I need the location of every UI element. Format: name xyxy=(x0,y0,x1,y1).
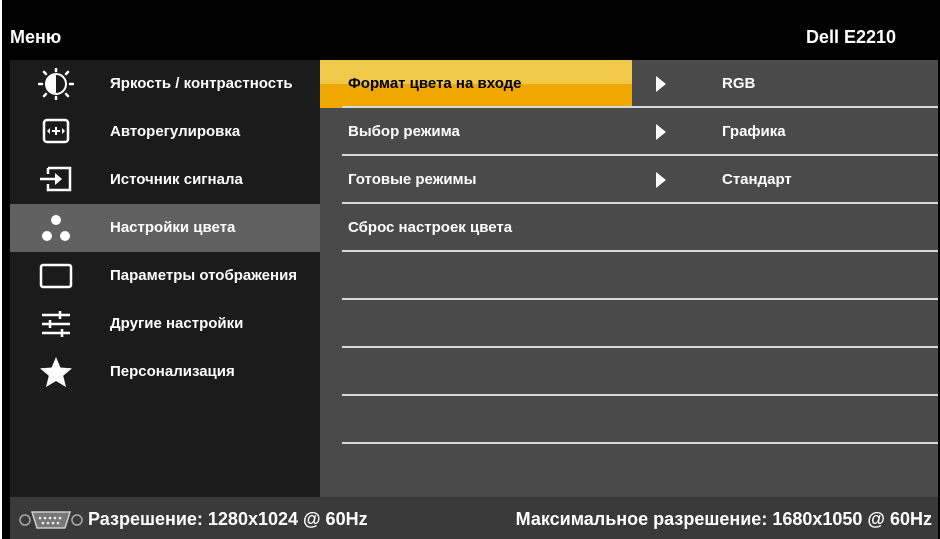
option-value: Стандарт xyxy=(722,171,792,188)
sidebar-item-color-settings[interactable]: Настройки цвета xyxy=(10,204,320,252)
sidebar-item-display-settings[interactable]: Параметры отображения xyxy=(10,252,320,300)
input-source-icon xyxy=(38,164,74,196)
color-settings-icon xyxy=(38,212,74,244)
option-value: Графика xyxy=(722,123,786,140)
sidebar-item-brightness-contrast[interactable]: Яркость / контрастность xyxy=(10,60,320,108)
empty-row xyxy=(320,348,938,396)
sidebar-item-other-settings[interactable]: Другие настройки xyxy=(10,300,320,348)
vga-connector-icon xyxy=(18,509,84,531)
sidebar-item-label: Источник сигнала xyxy=(110,171,243,188)
divider xyxy=(342,442,938,444)
sidebar-item-label: Яркость / контрастность xyxy=(110,75,293,92)
submenu-panel: Формат цвета на входе RGB Выбор режима Г… xyxy=(320,60,938,497)
other-settings-icon xyxy=(38,308,74,340)
sidebar-item-label: Другие настройки xyxy=(110,315,244,332)
empty-row xyxy=(320,300,938,348)
current-resolution: Разрешение: 1280x1024 @ 60Hz xyxy=(88,509,368,529)
osd-menu: Меню Dell E2210 Яркость / контрастность xyxy=(0,0,940,539)
sidebar-item-label: Авторегулировка xyxy=(110,123,241,140)
max-resolution: Максимальное разрешение: 1680x1050 @ 60H… xyxy=(515,509,932,529)
star-icon xyxy=(38,356,74,388)
option-reset-color-settings[interactable]: Сброс настроек цвета xyxy=(320,204,938,252)
option-label: Формат цвета на входе xyxy=(348,75,522,92)
auto-adjust-icon xyxy=(38,116,74,148)
sidebar-item-label: Настройки цвета xyxy=(110,219,236,236)
display-settings-icon xyxy=(38,260,74,292)
option-label: Готовые режимы xyxy=(348,171,477,188)
sidebar-item-label: Персонализация xyxy=(110,363,235,380)
status-bar: Разрешение: 1280x1024 @ 60Hz Максимально… xyxy=(10,497,938,539)
monitor-model: Dell E2210 xyxy=(805,27,896,47)
option-label: Сброс настроек цвета xyxy=(348,219,513,236)
header: Меню Dell E2210 xyxy=(2,13,940,53)
menu-title: Меню xyxy=(10,27,62,47)
option-mode-selection[interactable]: Выбор режима Графика xyxy=(320,108,938,156)
empty-row xyxy=(320,396,938,444)
sidebar-item-auto-adjust[interactable]: Авторегулировка xyxy=(10,108,320,156)
option-preset-modes[interactable]: Готовые режимы Стандарт xyxy=(320,156,938,204)
option-label: Выбор режима xyxy=(348,123,460,140)
sidebar-item-personalize[interactable]: Персонализация xyxy=(10,348,320,396)
arrow-right-icon xyxy=(656,172,666,188)
sidebar-item-input-source[interactable]: Источник сигнала xyxy=(10,156,320,204)
option-input-color-format[interactable]: Формат цвета на входе RGB xyxy=(320,60,938,108)
sidebar: Яркость / контрастность Авторегулировка xyxy=(10,60,320,497)
option-value: RGB xyxy=(722,75,756,92)
brightness-icon xyxy=(38,68,74,100)
arrow-right-icon xyxy=(656,76,666,92)
sidebar-item-label: Параметры отображения xyxy=(110,267,298,284)
arrow-right-icon xyxy=(656,124,666,140)
empty-row xyxy=(320,252,938,300)
